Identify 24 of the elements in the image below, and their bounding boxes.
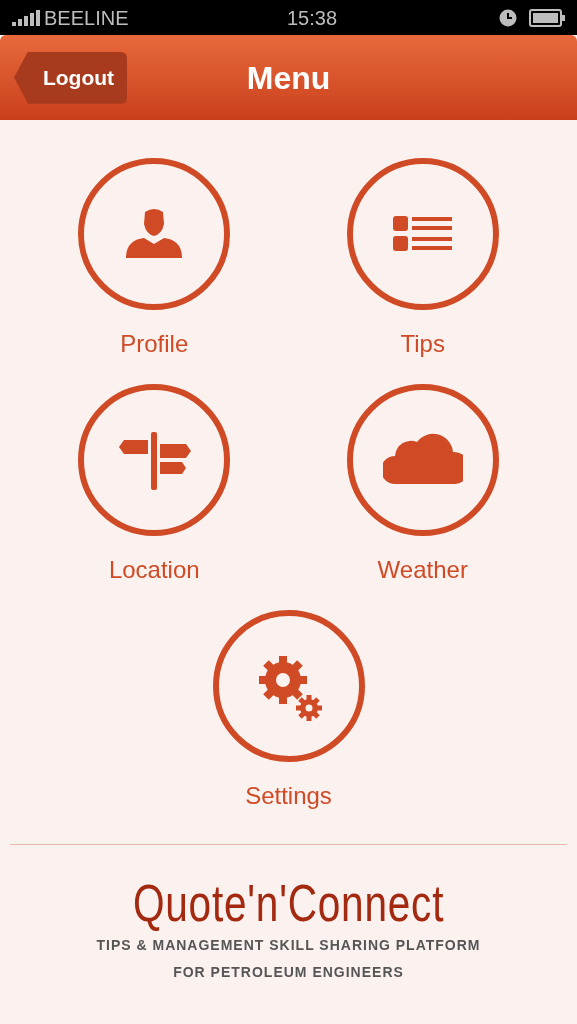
page-title: Menu xyxy=(246,58,331,98)
menu-button[interactable] xyxy=(346,384,499,536)
menu-label[interactable]: Tips xyxy=(400,326,445,362)
logout-button[interactable]: Logout xyxy=(14,51,127,104)
menu-button[interactable] xyxy=(346,158,499,310)
person-icon xyxy=(126,209,183,258)
tagline: FOR PETROLEUM ENGINEERS xyxy=(173,963,404,982)
menu-label[interactable]: Settings xyxy=(245,778,332,814)
menu-label[interactable]: Location xyxy=(108,552,200,588)
carrier-name: BEELINE xyxy=(44,5,130,31)
cloud-icon xyxy=(382,433,463,484)
menu-label[interactable]: Weather xyxy=(377,552,468,588)
signpost-icon xyxy=(119,432,192,490)
tagline: TIPS & MANAGEMENT SKILL SHARING PLATFORM xyxy=(96,936,481,955)
list-icon xyxy=(392,216,452,251)
clock-icon xyxy=(499,8,517,27)
battery-icon xyxy=(529,8,565,27)
menu-button[interactable] xyxy=(78,158,231,310)
signal-icon xyxy=(12,9,40,26)
status-time: 15:38 xyxy=(287,5,338,31)
app-logo: Quote'n'Connect xyxy=(132,873,445,933)
menu-button[interactable] xyxy=(78,384,231,536)
menu-label[interactable]: Profile xyxy=(120,326,189,362)
menu-button[interactable] xyxy=(212,610,365,762)
